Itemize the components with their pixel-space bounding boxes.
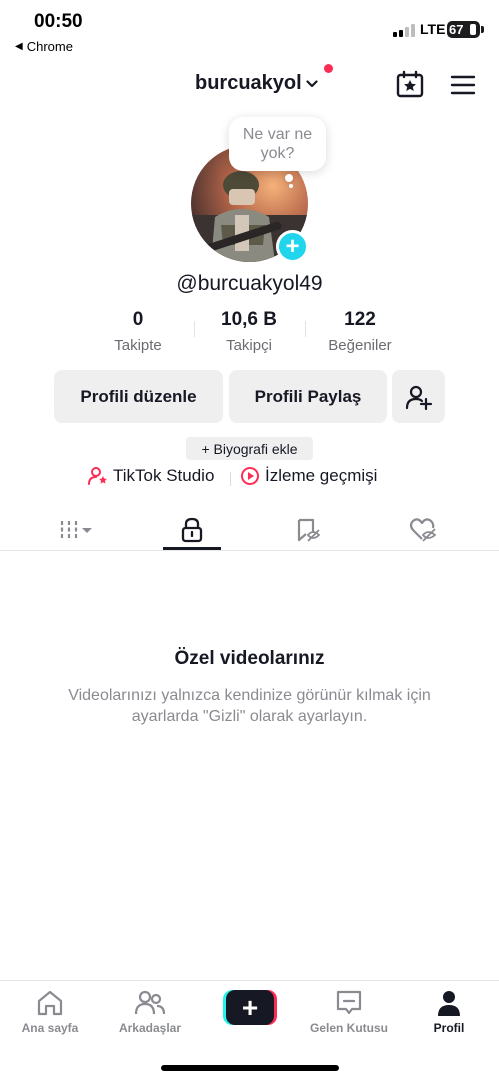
home-indicator [161,1065,339,1071]
grid-filter-icon [60,521,92,539]
back-arrow-icon: ◀ [15,41,23,52]
tab-favorites[interactable] [278,510,338,550]
chevron-down-icon [306,79,318,87]
status-bar: 00:50 ◀ Chrome LTE 67 [0,0,499,58]
history-label: İzleme geçmişi [265,466,378,485]
nav-friends[interactable]: Arkadaşlar [102,989,198,1035]
bottom-navigation: Ana sayfa Arkadaşlar + Gelen Kutusu Prof… [0,980,499,1080]
stat-label: Beğeniler [328,337,392,354]
note-bubble[interactable]: Ne var ne yok? [229,117,326,171]
status-time: 00:50 [34,11,83,32]
back-app-label: Chrome [26,39,73,54]
divider [230,472,231,486]
create-button[interactable]: + [223,990,277,1025]
profile-icon [438,991,460,1016]
nav-inbox[interactable]: Gelen Kutusu [301,989,397,1035]
tab-liked[interactable] [393,510,453,550]
bubble-line-1: Ne var ne [242,126,313,143]
nav-label: Ana sayfa [21,1021,79,1035]
stat-likes[interactable]: 122 Beğeniler [305,309,415,354]
profile-handle: @burcuakyol49 [176,272,323,295]
inbox-icon [336,990,362,1015]
plus-icon: + [285,232,300,260]
add-user-icon [405,385,432,410]
back-to-app[interactable]: ◀ Chrome [15,39,73,54]
friends-icon [134,990,166,1015]
play-circle-icon [241,467,259,485]
calendar-star-icon[interactable] [395,69,425,99]
active-tab-indicator [163,547,221,550]
stat-following[interactable]: 0 Takipte [83,309,193,354]
stat-followers[interactable]: 10,6 B Takipçi [194,309,304,354]
empty-state-description: Videolarınızı yalnızca kendinize görünür… [68,687,431,725]
stats-row: 0 Takipte 10,6 B Takipçi 122 Beğeniler [0,309,499,359]
edit-profile-button[interactable]: Profili düzenle [54,370,223,423]
profile-links: TikTok Studio İzleme geçmişi [0,466,499,492]
add-avatar-button[interactable]: + [276,230,309,263]
stat-value: 0 [132,309,144,330]
menu-icon[interactable] [449,72,477,98]
nav-label: Gelen Kutusu [309,1021,388,1035]
nav-label: Profil [433,1021,465,1035]
signal-icon [393,24,415,37]
nav-profile[interactable]: Profil [401,989,497,1035]
battery-level: 67 [449,22,464,37]
stat-value: 10,6 B [221,309,277,330]
bubble-tail-small [289,184,293,188]
add-bio-button[interactable]: + Biyografi ekle [186,437,313,460]
bubble-tail [285,174,293,182]
add-friend-button[interactable] [392,370,445,423]
tab-private[interactable] [162,510,222,550]
share-profile-button[interactable]: Profili Paylaş [229,370,387,423]
tab-videos[interactable] [47,510,107,550]
bookmark-hidden-icon [297,518,321,542]
tiktok-studio-link[interactable]: TikTok Studio [88,466,214,486]
studio-label: TikTok Studio [113,466,215,485]
content-tabs [0,510,499,551]
studio-icon [88,467,107,485]
heart-hidden-icon [409,518,437,542]
stat-label: Takipçi [226,337,272,354]
lock-icon [181,517,203,543]
network-label: LTE [420,21,446,37]
stat-label: Takipte [114,337,162,354]
empty-state-title: Özel videolarınız [174,648,325,669]
bubble-line-2: yok? [260,145,295,162]
watch-history-link[interactable]: İzleme geçmişi [240,466,377,486]
account-switcher[interactable]: burcuakyol [195,72,318,95]
header-username: burcuakyol [195,72,302,94]
notification-dot [324,64,333,73]
plus-icon: + [226,990,274,1025]
nav-home[interactable]: Ana sayfa [2,989,98,1035]
stat-value: 122 [344,309,376,330]
home-icon [37,990,63,1016]
nav-label: Arkadaşlar [118,1021,182,1035]
battery-icon: 67 [447,21,484,38]
